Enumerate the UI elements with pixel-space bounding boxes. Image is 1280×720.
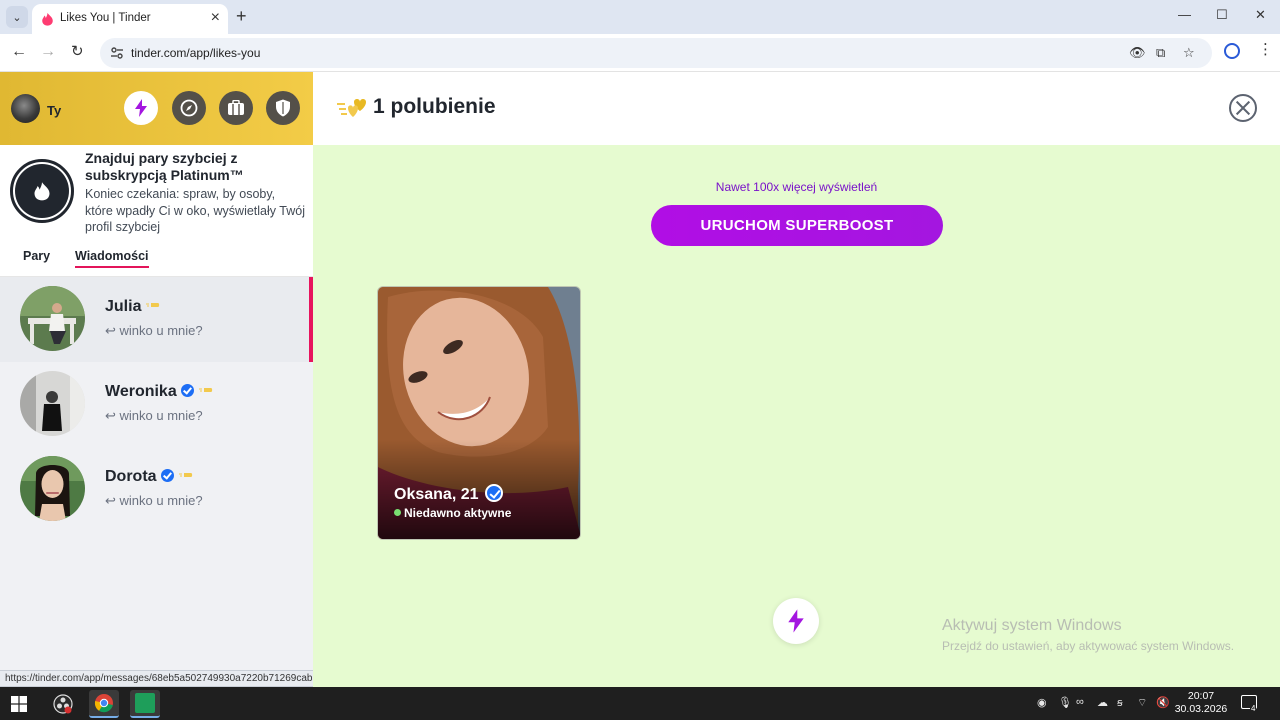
shield-icon bbox=[276, 99, 290, 117]
list-item-julia[interactable]: Julia ↩ winko u mnie? bbox=[0, 277, 313, 362]
tab-search-button[interactable]: ⌄ bbox=[6, 6, 28, 28]
back-arrow-icon[interactable]: ← bbox=[11, 43, 27, 61]
like-sent-icon bbox=[178, 473, 192, 477]
browser-tab-strip: ⌄ Likes You | Tinder × + — ☐ ✕ bbox=[0, 0, 1280, 34]
verified-badge-icon bbox=[484, 484, 503, 502]
taskbar-app-chrome[interactable] bbox=[89, 690, 119, 718]
page-title: 1 polubienie bbox=[373, 95, 496, 118]
boost-button[interactable] bbox=[124, 91, 158, 125]
language-icon[interactable]: ꞩ bbox=[1117, 696, 1123, 709]
profile-icon[interactable] bbox=[1224, 43, 1240, 59]
activity-status: Niedawno aktywne bbox=[394, 506, 511, 520]
lightning-icon bbox=[788, 609, 804, 633]
like-sent-icon bbox=[198, 388, 212, 392]
site-settings-icon[interactable] bbox=[110, 46, 124, 60]
lightning-icon bbox=[135, 99, 147, 117]
new-tab-button[interactable]: + bbox=[236, 6, 247, 26]
match-name: Dorota bbox=[105, 468, 193, 486]
last-message: ↩ winko u mnie? bbox=[105, 493, 203, 508]
notification-count: 4 bbox=[1250, 704, 1257, 713]
avatar bbox=[20, 286, 85, 351]
likes-header: 1 polubienie bbox=[313, 72, 1280, 145]
explore-button[interactable] bbox=[172, 91, 206, 125]
my-profile-label[interactable]: Ty bbox=[47, 103, 61, 118]
sidebar-header: Ty bbox=[0, 72, 313, 145]
chevron-down-icon: ⌄ bbox=[12, 11, 22, 24]
tab-messages[interactable]: Wiadomości bbox=[75, 249, 149, 268]
url-text[interactable]: tinder.com/app/likes-you bbox=[131, 46, 260, 60]
boost-fab-button[interactable] bbox=[773, 598, 819, 644]
online-dot-icon bbox=[394, 509, 401, 516]
address-bar[interactable]: tinder.com/app/likes-you 👁 ⧉ ☆ bbox=[100, 38, 1212, 68]
taskbar-app-green[interactable] bbox=[130, 690, 160, 718]
last-message: ↩ winko u mnie? bbox=[105, 323, 203, 338]
like-sent-icon bbox=[146, 303, 160, 307]
platinum-badge bbox=[10, 159, 74, 223]
verified-badge-icon bbox=[160, 469, 174, 482]
wifi-icon[interactable]: ⌔ bbox=[1137, 696, 1147, 710]
reload-icon[interactable]: ↻ bbox=[71, 43, 84, 61]
close-icon[interactable] bbox=[1229, 94, 1257, 122]
promo-text: Koniec czekania: spraw, by osoby, które … bbox=[85, 187, 305, 234]
superboost-button[interactable]: URUCHOM SUPERBOOST bbox=[651, 205, 943, 246]
app-tile-icon bbox=[135, 693, 155, 713]
avatar bbox=[20, 371, 85, 436]
system-clock[interactable]: 20:07 30.03.2026 bbox=[1170, 690, 1232, 716]
window-close-icon[interactable]: ✕ bbox=[1255, 7, 1266, 23]
list-item-dorota[interactable]: Dorota ↩ winko u mnie? bbox=[0, 447, 313, 532]
card-name: Oksana, 21 bbox=[394, 484, 503, 504]
install-app-icon[interactable]: ⧉ bbox=[1156, 45, 1165, 61]
chrome-icon bbox=[94, 694, 113, 713]
windows-activation-title: Aktywuj system Windows bbox=[942, 617, 1122, 634]
gold-home-button[interactable] bbox=[219, 91, 253, 125]
verified-badge-icon bbox=[180, 384, 194, 397]
tinder-flame-icon bbox=[42, 12, 53, 26]
microphone-icon[interactable]: 🎙 bbox=[1058, 696, 1072, 709]
match-name: Weronika bbox=[105, 383, 213, 401]
windows-taskbar: ◉ 🎙 ∞ ☁ ꞩ ⌔ 🔇 20:07 30.03.2026 4 bbox=[0, 687, 1280, 720]
like-card[interactable]: Oksana, 21 Niedawno aktywne bbox=[377, 286, 581, 540]
minimize-icon[interactable]: — bbox=[1178, 7, 1191, 22]
maximize-icon[interactable]: ☐ bbox=[1216, 7, 1228, 23]
tab-pairs[interactable]: Pary bbox=[23, 249, 50, 263]
browser-menu-icon[interactable]: ⋮ bbox=[1258, 42, 1273, 58]
browser-toolbar: ← → ↻ tinder.com/app/likes-you 👁 ⧉ ☆ ⋮ bbox=[0, 34, 1280, 72]
windows-activation-subtitle: Przejdź do ustawień, aby aktywować syste… bbox=[942, 639, 1235, 653]
forward-arrow-icon[interactable]: → bbox=[40, 43, 56, 61]
match-name: Julia bbox=[105, 298, 160, 316]
tracking-protection-icon[interactable]: 👁 bbox=[1129, 45, 1146, 61]
volume-muted-icon[interactable]: 🔇 bbox=[1156, 696, 1170, 709]
bookmark-star-icon[interactable]: ☆ bbox=[1183, 45, 1195, 61]
safety-button[interactable] bbox=[266, 91, 300, 125]
list-item-weronika[interactable]: Weronika ↩ winko u mnie? bbox=[0, 362, 313, 447]
taskbar-app-obs[interactable] bbox=[48, 690, 78, 718]
link-icon[interactable]: ∞ bbox=[1076, 696, 1084, 708]
last-message: ↩ winko u mnie? bbox=[105, 408, 203, 423]
likes-you-panel: 1 polubienie Nawet 100x więcej wyświetle… bbox=[313, 72, 1280, 687]
sidebar-tabs: Pary Wiadomości bbox=[0, 237, 313, 277]
avatar bbox=[20, 456, 85, 521]
likes-hearts-icon bbox=[337, 99, 366, 117]
sidebar: Ty Znajduj pary szybciej z subskrypcją P… bbox=[0, 72, 313, 687]
windows-start-icon[interactable] bbox=[11, 696, 27, 712]
browser-tab-likes-you[interactable]: Likes You | Tinder × bbox=[32, 4, 228, 34]
cards-icon bbox=[228, 100, 244, 115]
tab-close-icon[interactable]: × bbox=[211, 9, 220, 27]
my-avatar[interactable] bbox=[11, 94, 40, 123]
platinum-flame-icon bbox=[34, 182, 50, 201]
promo-title: Znajduj pary szybciej z subskrypcją Plat… bbox=[85, 150, 244, 183]
compass-icon bbox=[180, 99, 198, 117]
tab-title: Likes You | Tinder bbox=[60, 12, 151, 24]
superboost-note: Nawet 100x więcej wyświetleń bbox=[715, 180, 878, 194]
obs-icon bbox=[53, 694, 73, 714]
tray-app-icon[interactable]: ◉ bbox=[1037, 696, 1047, 709]
cloud-off-icon[interactable]: ☁ bbox=[1097, 696, 1108, 709]
